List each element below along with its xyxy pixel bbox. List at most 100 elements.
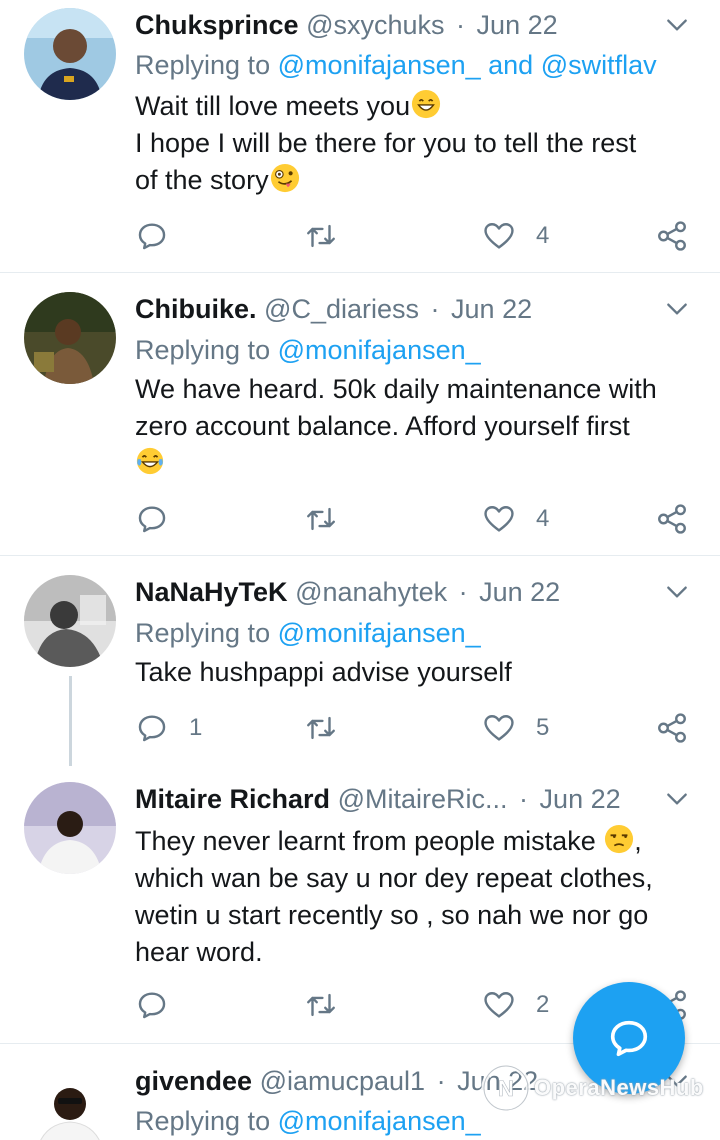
like-button[interactable]: 2: [482, 988, 549, 1022]
user-handle[interactable]: @iamucpaul1: [260, 1066, 426, 1096]
watermark: N OperaNewsHub: [478, 1058, 704, 1118]
tweet-text: They never learnt from people mistake , …: [135, 823, 690, 971]
reply-button[interactable]: [135, 988, 189, 1022]
tweet-date[interactable]: Jun 22: [479, 577, 560, 607]
heart-icon: [484, 506, 514, 532]
face-with-tears-of-joy-emoji: [136, 447, 164, 475]
share-icon: [658, 504, 686, 534]
tweet-date[interactable]: Jun 22: [477, 10, 558, 40]
share-button[interactable]: [655, 502, 689, 536]
display-name[interactable]: givendee: [135, 1066, 252, 1096]
user-handle[interactable]: @MitaireRic...: [338, 784, 508, 814]
user-handle[interactable]: @nanahytek: [295, 577, 447, 607]
separator: ·: [436, 1066, 446, 1096]
reply-icon: [138, 992, 166, 1019]
avatar[interactable]: [24, 1062, 116, 1140]
operanewshub-logo-icon: N: [481, 1063, 531, 1113]
tweet-text-line: which wan be say u nor dey repeat clothe…: [135, 863, 653, 893]
reply-icon: [138, 223, 166, 250]
tweet-text-line: We have heard. 50k daily maintenance wit…: [135, 374, 657, 404]
svg-text:N: N: [498, 1076, 514, 1101]
reply-button[interactable]: 1: [135, 711, 202, 745]
unamused-face-emoji: [605, 824, 634, 854]
tweet-text: Wait till love meets you I hope I will b…: [135, 88, 690, 199]
tweet-date[interactable]: Jun 22: [451, 294, 532, 324]
separator: ·: [456, 10, 466, 40]
zany-face-emoji: [270, 163, 299, 193]
tweet-text-line: ,: [634, 826, 642, 856]
tweet-date[interactable]: Jun 22: [540, 784, 621, 814]
tweet-text-line: Take hushpappi advise yourself: [135, 657, 512, 687]
reply-icon: [138, 506, 166, 533]
retweet-button[interactable]: [304, 711, 338, 745]
thread-connector: [69, 676, 72, 766]
avatar[interactable]: [24, 575, 116, 667]
user-handle[interactable]: @C_diariess: [264, 294, 419, 324]
replying-to-label: Replying to: [135, 50, 271, 80]
replying-to-mentions[interactable]: @monifajansen_: [278, 1106, 481, 1136]
display-name[interactable]: NaNaHyTeK: [135, 577, 288, 607]
tweet-text-line: of the story: [135, 165, 269, 195]
replying-to: Replying to @monifajansen_: [135, 333, 700, 367]
user-handle[interactable]: @sxychuks: [306, 10, 444, 40]
like-count: 4: [536, 505, 550, 532]
tweet[interactable]: Chibuike. @C_diariess · Jun 22 Replying …: [0, 273, 720, 555]
like-count: 4: [536, 222, 550, 249]
replying-to-mentions[interactable]: @monifajansen_: [278, 618, 481, 648]
replying-to: Replying to @monifajansen_: [135, 616, 700, 650]
tweet-text-line: zero account balance. Afford yourself fi…: [135, 411, 630, 441]
compose-reply-icon: [610, 1020, 648, 1057]
chevron-down-icon[interactable]: [664, 579, 690, 605]
heart-icon: [484, 992, 514, 1018]
avatar[interactable]: [24, 292, 116, 384]
share-icon: [658, 713, 686, 743]
like-button[interactable]: 4: [482, 219, 549, 253]
retweet-icon: [307, 507, 335, 531]
share-button[interactable]: [655, 219, 689, 253]
retweet-icon: [307, 716, 335, 740]
avatar[interactable]: [24, 782, 116, 874]
share-button[interactable]: [655, 711, 689, 745]
heart-icon: [484, 223, 514, 249]
watermark-text: OperaNewsHub: [534, 1075, 704, 1100]
tweet[interactable]: Chuksprince @sxychuks · Jun 22 Replying …: [0, 0, 720, 272]
chevron-down-icon[interactable]: [664, 296, 690, 322]
replying-to-mentions[interactable]: @monifajansen_ and @switflav: [278, 50, 657, 80]
grinning-face-with-smiling-eyes-emoji: [412, 89, 441, 119]
replying-to-label: Replying to: [135, 335, 271, 365]
retweet-button[interactable]: [304, 219, 338, 253]
retweet-icon: [307, 224, 335, 248]
display-name[interactable]: Chuksprince: [135, 10, 299, 40]
reply-button[interactable]: [135, 219, 189, 253]
reply-icon: [138, 715, 166, 742]
replying-to-label: Replying to: [135, 1106, 271, 1136]
separator: ·: [458, 577, 468, 607]
avatar[interactable]: [24, 8, 116, 100]
replying-to-mentions[interactable]: @monifajansen_: [278, 335, 481, 365]
share-icon: [658, 221, 686, 251]
retweet-button[interactable]: [304, 502, 338, 536]
separator: ·: [430, 294, 440, 324]
tweet-text: Take hushpappi advise yourself: [135, 654, 690, 691]
like-count: 2: [536, 991, 550, 1018]
retweet-button[interactable]: [304, 988, 338, 1022]
tweet[interactable]: NaNaHyTeK @nanahytek · Jun 22 Replying t…: [0, 556, 720, 766]
tweet-text-line: Wait till love meets you: [135, 91, 411, 121]
tweet-text-line: wetin u start recently so , so nah we no…: [135, 900, 649, 930]
like-button[interactable]: 5: [482, 711, 549, 745]
chevron-down-icon[interactable]: [664, 786, 690, 812]
separator: ·: [519, 784, 529, 814]
replying-to: Replying to @monifajansen_ and @switflav: [135, 48, 700, 82]
replying-to-label: Replying to: [135, 618, 271, 648]
like-count: 5: [536, 714, 550, 741]
heart-icon: [484, 715, 514, 741]
tweet-text-line: hear word.: [135, 937, 263, 967]
display-name[interactable]: Mitaire Richard: [135, 784, 330, 814]
display-name[interactable]: Chibuike.: [135, 294, 257, 324]
like-button[interactable]: 4: [482, 502, 549, 536]
tweet-text-line: They never learnt from people mistake: [135, 826, 596, 856]
reply-count: 1: [189, 714, 203, 741]
chevron-down-icon[interactable]: [664, 12, 690, 38]
reply-button[interactable]: [135, 502, 189, 536]
tweet-text: We have heard. 50k daily maintenance wit…: [135, 371, 690, 482]
